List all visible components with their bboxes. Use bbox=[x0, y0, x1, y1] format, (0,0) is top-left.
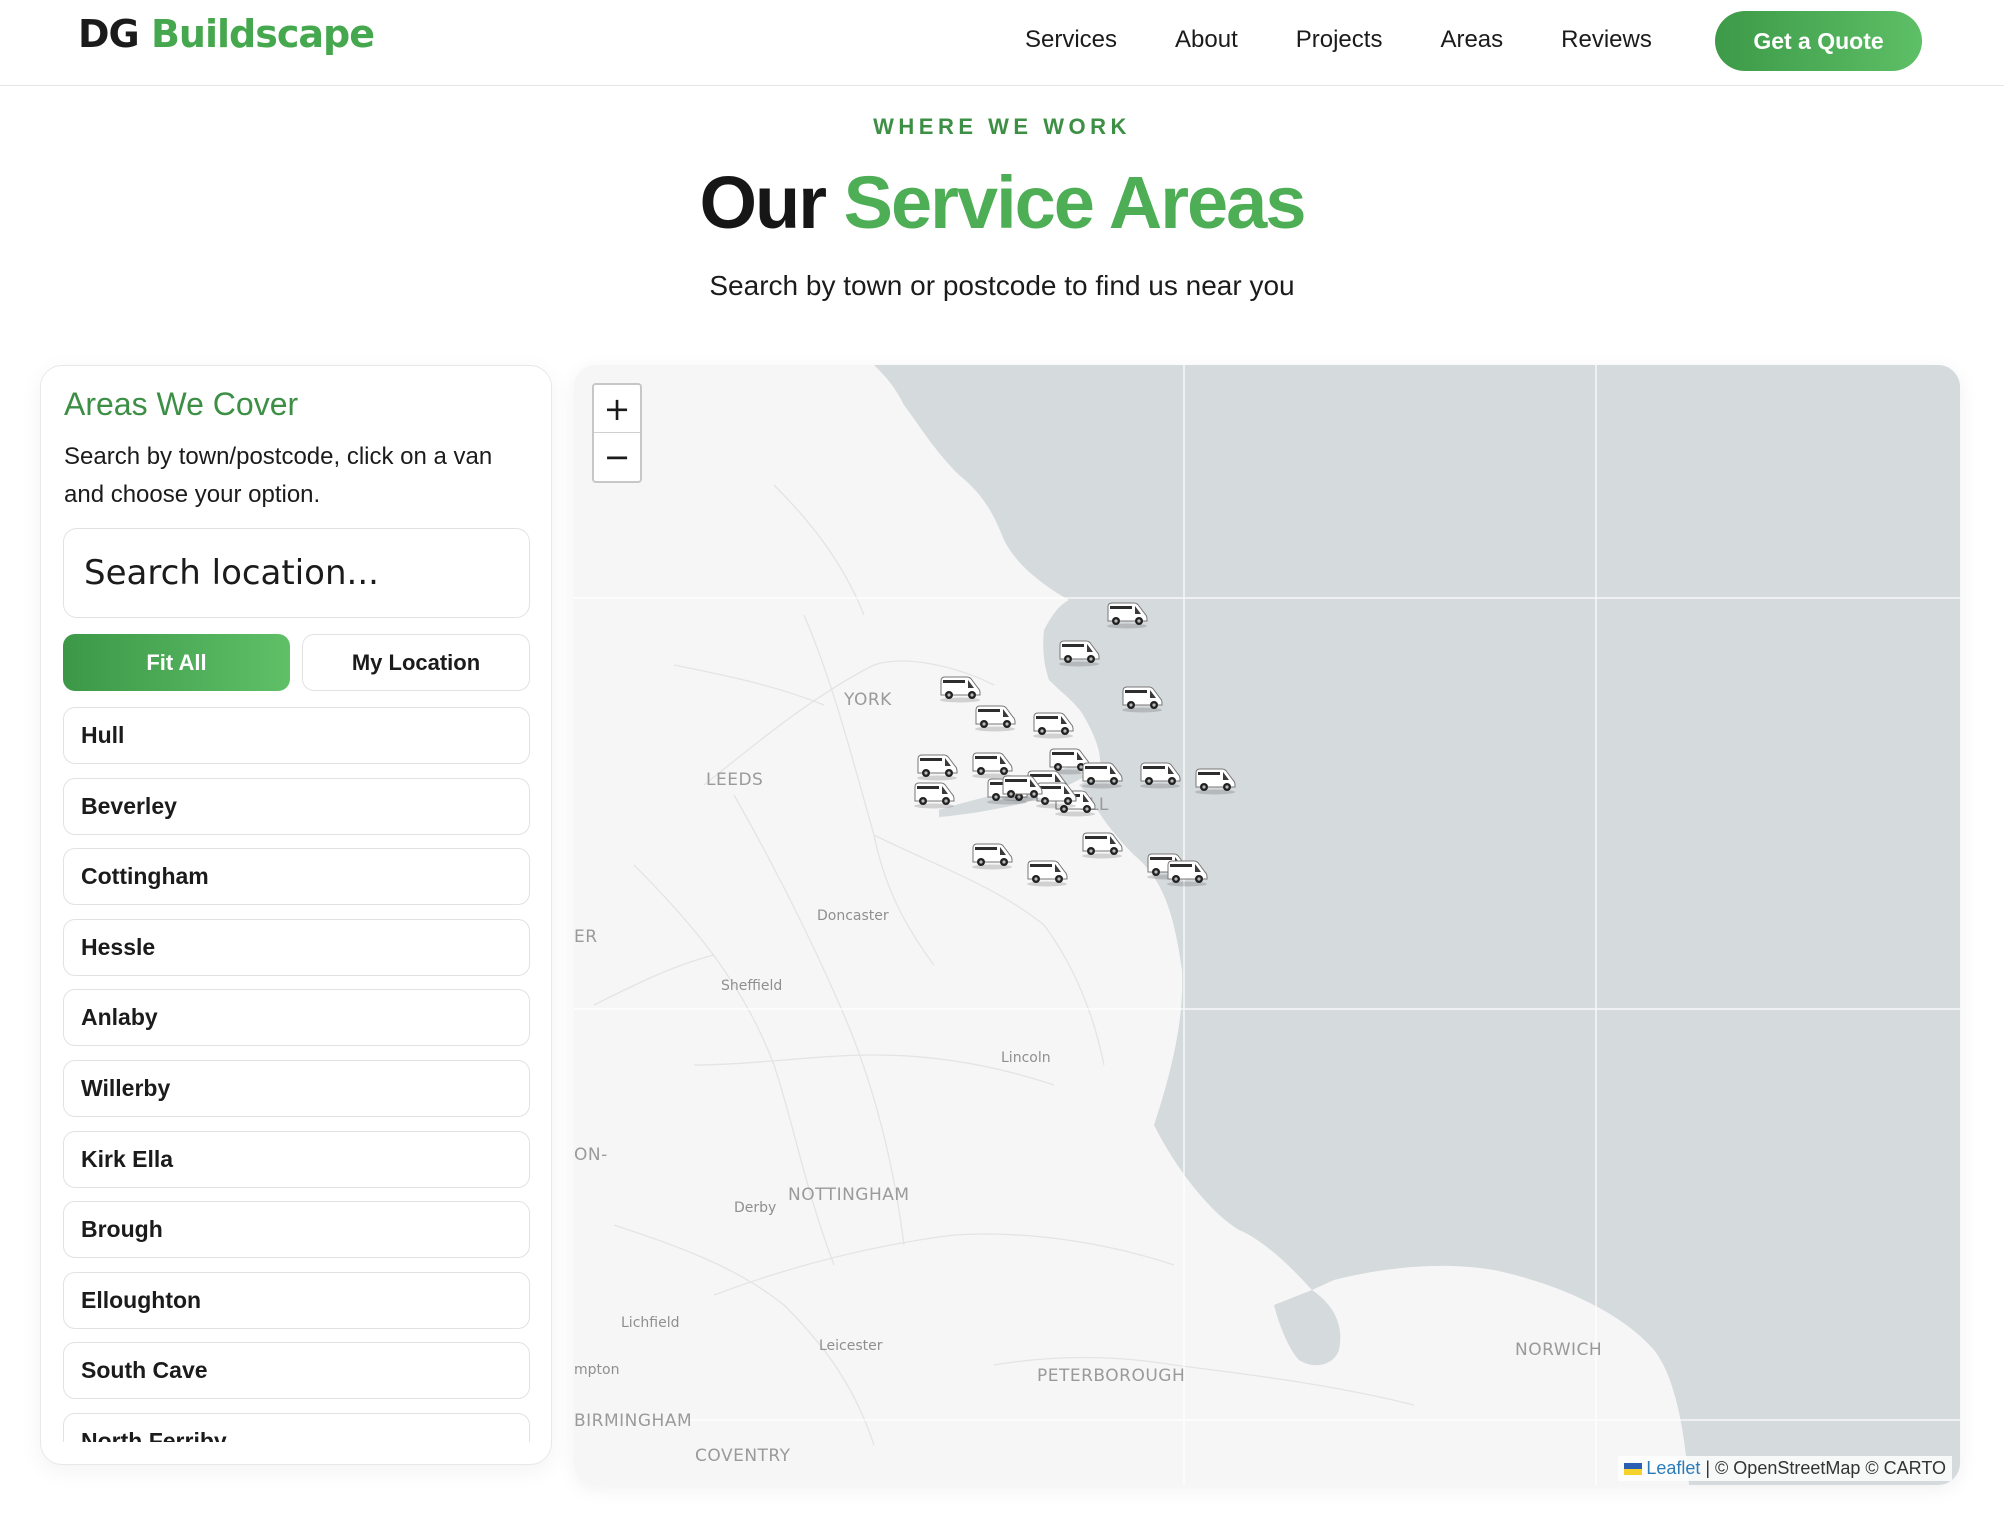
map-label-partial-mpton: mpton bbox=[574, 1362, 620, 1378]
van-marker-icon[interactable] bbox=[1030, 707, 1076, 739]
map-label-partial-er: ER bbox=[574, 927, 598, 947]
area-item-brough[interactable]: Brough bbox=[63, 1201, 530, 1259]
map-label-derby: Derby bbox=[734, 1200, 777, 1216]
map-label-lichfield: Lichfield bbox=[621, 1315, 680, 1331]
areas-sidebar: Areas We Cover Search by town/postcode, … bbox=[40, 365, 552, 1465]
map-label-lincoln: Lincoln bbox=[1001, 1050, 1051, 1066]
nav-links: Services About Projects Areas Reviews bbox=[1025, 26, 1710, 54]
map-label-coventry: COVENTRY bbox=[695, 1446, 791, 1466]
ukraine-flag-icon bbox=[1624, 1463, 1643, 1476]
area-item-kirk-ella[interactable]: Kirk Ella bbox=[63, 1130, 530, 1188]
nav-link-about[interactable]: About bbox=[1175, 26, 1238, 54]
nav-link-areas[interactable]: Areas bbox=[1440, 26, 1503, 54]
get-quote-button[interactable]: Get a Quote bbox=[1715, 11, 1922, 71]
zoom-control: + − bbox=[592, 383, 642, 483]
map-label-birmingham: BIRMINGHAM bbox=[574, 1411, 693, 1431]
area-item-north-ferriby[interactable]: North Ferriby bbox=[63, 1412, 530, 1442]
area-item-anlaby[interactable]: Anlaby bbox=[63, 989, 530, 1047]
map-tiles bbox=[574, 365, 1960, 1485]
map-label-leeds: LEEDS bbox=[706, 770, 764, 790]
zoom-in-button[interactable]: + bbox=[594, 385, 640, 433]
map-attribution: Leaflet | © OpenStreetMap © CARTO bbox=[1618, 1456, 1952, 1481]
logo-dg: DG bbox=[78, 12, 140, 56]
logo[interactable]: DG Buildscape bbox=[78, 12, 375, 56]
sidebar-title: Areas We Cover bbox=[64, 386, 299, 422]
fit-all-button[interactable]: Fit All bbox=[63, 634, 290, 691]
map-label-norwich: NORWICH bbox=[1515, 1340, 1603, 1360]
page-title: Our Service Areas bbox=[0, 160, 2004, 245]
service-area-map[interactable]: YORK LEEDS ULL Doncaster ER Sheffield Li… bbox=[574, 365, 1960, 1485]
attribution-text: | © OpenStreetMap © CARTO bbox=[1700, 1458, 1946, 1478]
nav-link-projects[interactable]: Projects bbox=[1296, 26, 1383, 54]
van-marker-icon[interactable] bbox=[1119, 681, 1165, 713]
van-marker-icon[interactable] bbox=[1137, 757, 1183, 789]
van-marker-icon[interactable] bbox=[1056, 635, 1102, 667]
my-location-button[interactable]: My Location bbox=[302, 634, 530, 691]
van-marker-icon[interactable] bbox=[1192, 763, 1238, 795]
area-item-beverley[interactable]: Beverley bbox=[63, 777, 530, 835]
van-marker-icon[interactable] bbox=[972, 700, 1018, 732]
area-item-elloughton[interactable]: Elloughton bbox=[63, 1271, 530, 1329]
map-label-nottingham: NOTTINGHAM bbox=[788, 1185, 910, 1205]
area-item-south-cave[interactable]: South Cave bbox=[63, 1342, 530, 1400]
area-item-hessle[interactable]: Hessle bbox=[63, 918, 530, 976]
map-label-york: YORK bbox=[844, 690, 892, 710]
area-item-willerby[interactable]: Willerby bbox=[63, 1059, 530, 1117]
van-marker-icon[interactable] bbox=[1164, 855, 1210, 887]
section-eyebrow: WHERE WE WORK bbox=[873, 114, 1131, 139]
title-part1: Our bbox=[699, 161, 828, 244]
search-input[interactable] bbox=[63, 528, 530, 618]
map-label-leicester: Leicester bbox=[819, 1338, 883, 1354]
nav-link-services[interactable]: Services bbox=[1025, 26, 1117, 54]
van-marker-icon[interactable] bbox=[937, 671, 983, 703]
van-marker-icon[interactable] bbox=[999, 770, 1045, 802]
navbar: DG Buildscape Services About Projects Ar… bbox=[0, 0, 2004, 86]
map-label-peterborough: PETERBOROUGH bbox=[1037, 1366, 1186, 1386]
map-label-doncaster: Doncaster bbox=[817, 908, 889, 924]
area-list[interactable]: Hull Beverley Cottingham Hessle Anlaby W… bbox=[63, 707, 530, 1442]
map-label-partial-on: ON- bbox=[574, 1145, 608, 1165]
logo-brand: Buildscape bbox=[150, 12, 375, 56]
van-marker-icon[interactable] bbox=[1104, 597, 1150, 629]
title-part2: Service Areas bbox=[843, 161, 1307, 244]
nav-link-reviews[interactable]: Reviews bbox=[1561, 26, 1652, 54]
leaflet-link[interactable]: Leaflet bbox=[1646, 1458, 1700, 1478]
van-marker-icon[interactable] bbox=[1024, 855, 1070, 887]
van-marker-icon[interactable] bbox=[969, 838, 1015, 870]
section-subtitle: Search by town or postcode to find us ne… bbox=[709, 270, 1295, 301]
area-item-hull[interactable]: Hull bbox=[63, 707, 530, 764]
sidebar-description: Search by town/postcode, click on a van … bbox=[64, 443, 493, 508]
van-marker-icon[interactable] bbox=[1079, 827, 1125, 859]
zoom-out-button[interactable]: − bbox=[594, 433, 640, 481]
van-marker-icon[interactable] bbox=[911, 777, 957, 809]
area-item-cottingham[interactable]: Cottingham bbox=[63, 848, 530, 906]
map-label-sheffield: Sheffield bbox=[721, 978, 783, 994]
